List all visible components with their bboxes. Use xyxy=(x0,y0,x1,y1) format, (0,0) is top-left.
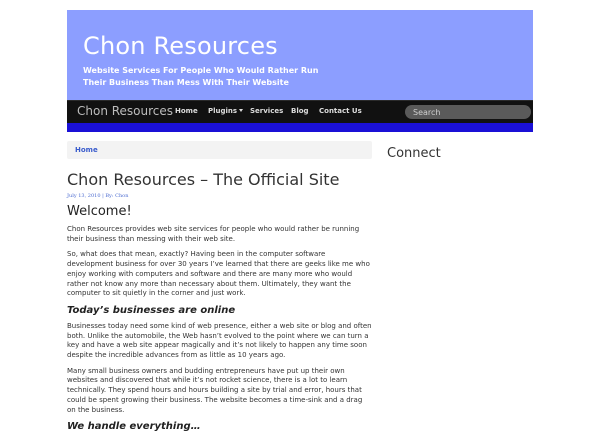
section-heading: Today’s businesses are online xyxy=(67,304,236,316)
nav-item-home[interactable]: Home xyxy=(175,107,198,115)
nav-item-contact-us[interactable]: Contact Us xyxy=(319,107,362,115)
post-meta: July 13, 2010 | By: Chon xyxy=(67,193,129,199)
nav-item-label: Contact Us xyxy=(319,107,362,115)
site-title[interactable]: Chon Resources xyxy=(83,32,278,60)
post-paragraph: Businesses today need some kind of web p… xyxy=(67,321,372,360)
nav-brand[interactable]: Chon Resources xyxy=(77,104,173,118)
post-paragraph: Chon Resources provides web site service… xyxy=(67,225,360,243)
sidebar-connect-heading: Connect xyxy=(387,146,441,161)
post-paragraph: Many small business owners and budding e… xyxy=(67,366,363,414)
search-input[interactable] xyxy=(405,105,531,119)
site-tagline: Website Services For People Who Would Ra… xyxy=(83,66,319,87)
main-content: Home Chon Resources – The Official Site … xyxy=(67,141,372,432)
caret-down-icon xyxy=(239,109,244,112)
nav-item-plugins[interactable]: Plugins xyxy=(208,107,244,115)
nav-item-services[interactable]: Services xyxy=(250,107,283,115)
post-heading: Welcome! xyxy=(67,204,132,219)
post-paragraph: So, what does that mean, exactly? Having… xyxy=(67,250,370,298)
nav-item-label: Home xyxy=(175,107,198,115)
breadcrumb-home-link[interactable]: Home xyxy=(75,146,98,154)
page-title: Chon Resources – The Official Site xyxy=(67,170,340,189)
breadcrumb: Home xyxy=(67,141,372,159)
nav-bar: Chon Resources Home Plugins Services Blo… xyxy=(67,100,533,123)
section-heading: We handle everything… xyxy=(67,421,201,432)
site-header: Chon Resources Website Services For Peop… xyxy=(67,10,533,100)
nav-item-blog[interactable]: Blog xyxy=(291,107,309,115)
sidebar: Connect xyxy=(387,146,533,161)
nav-item-label: Services xyxy=(250,107,284,115)
nav-item-label: Blog xyxy=(291,107,309,115)
site-wrapper: Chon Resources Website Services For Peop… xyxy=(67,10,533,132)
nav-item-label: Plugins xyxy=(208,107,238,115)
accent-strip xyxy=(67,123,533,132)
